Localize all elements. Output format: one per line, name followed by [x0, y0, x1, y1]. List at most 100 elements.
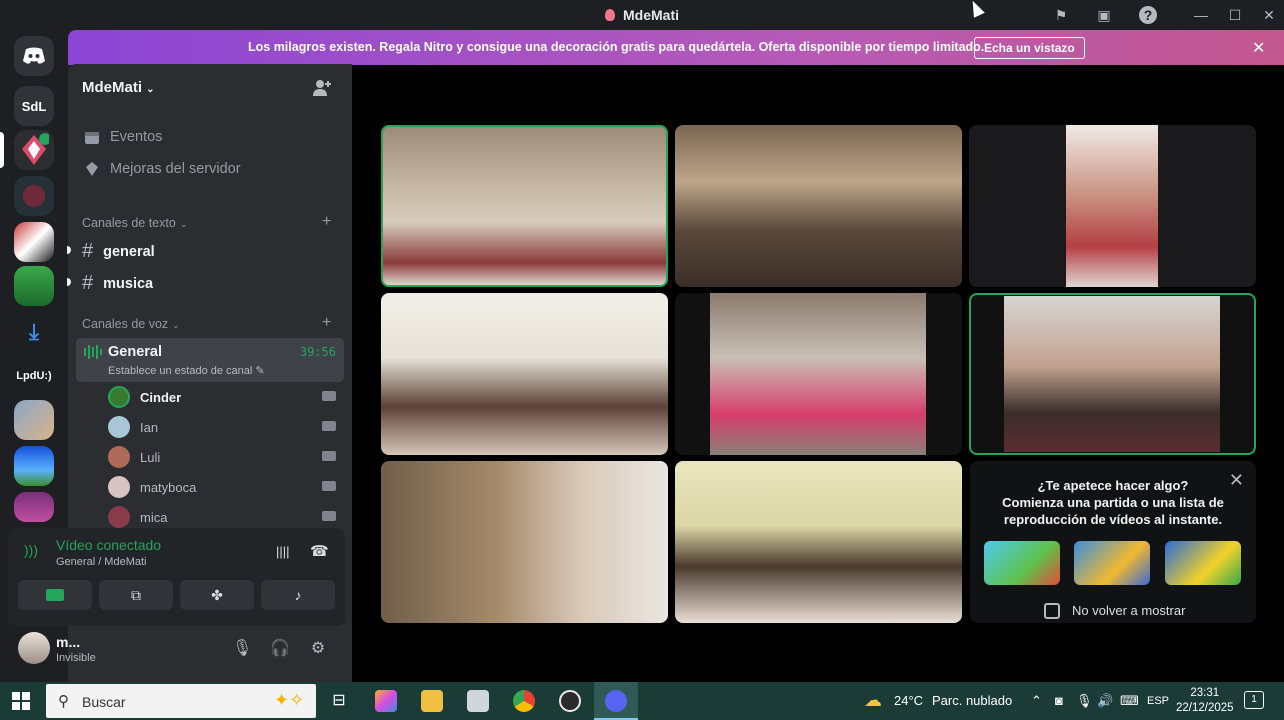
nitro-promo-banner: Los milagros existen. Regala Nitro y con…: [68, 30, 1284, 65]
task-view-icon[interactable]: ⊟: [328, 690, 350, 712]
voice-connection-panel: ))) Vídeo conectado General / MdeMati ||…: [8, 528, 345, 626]
video-feed: [710, 293, 926, 455]
video-tile[interactable]: [381, 461, 668, 623]
camera-icon: [322, 421, 336, 431]
avatar: [108, 416, 130, 438]
video-tile[interactable]: [969, 293, 1256, 455]
voice-channel-general[interactable]: General Establece un estado de canal ✎ 3…: [76, 338, 344, 382]
video-tile[interactable]: [381, 293, 668, 455]
server-avatar-4[interactable]: [14, 266, 54, 306]
video-feed: [1066, 125, 1158, 287]
microphone-tray-icon[interactable]: 🎙: [1076, 693, 1093, 709]
close-window-button[interactable]: ✕: [1259, 6, 1279, 24]
activity-game-tile[interactable]: [1165, 541, 1241, 585]
video-tile[interactable]: [675, 461, 962, 623]
activity-game-tile[interactable]: [1074, 541, 1150, 585]
voice-user[interactable]: Cinder: [108, 386, 336, 408]
calendar-icon: [84, 129, 100, 145]
video-tile[interactable]: [675, 125, 962, 287]
video-tile[interactable]: [969, 125, 1256, 287]
discord-taskbar-icon[interactable]: [605, 690, 627, 712]
server-lpdu[interactable]: LpdU:): [14, 356, 54, 396]
copilot-icon[interactable]: [375, 690, 397, 712]
voice-channels-section[interactable]: Canales de voz ⌄: [82, 317, 180, 331]
add-voice-channel-icon[interactable]: +: [322, 314, 331, 332]
boost-icon: [84, 161, 100, 177]
camera-icon: [322, 511, 336, 521]
activities-icon: ✤: [211, 586, 223, 603]
server-boosts-link[interactable]: Mejoras del servidor: [84, 161, 241, 177]
language-indicator[interactable]: ESP: [1147, 695, 1169, 707]
voice-user[interactable]: Luli: [108, 446, 336, 468]
voice-user[interactable]: Ian: [108, 416, 336, 438]
chevron-down-icon: ⌄: [146, 84, 155, 95]
activity-game-tile[interactable]: [984, 541, 1060, 585]
server-crest-icon: [23, 185, 45, 207]
windows-start-icon[interactable]: [12, 692, 30, 710]
server-sdl[interactable]: SdL: [14, 86, 54, 126]
noise-suppression-icon[interactable]: ||||: [276, 544, 290, 559]
video-tile[interactable]: [675, 293, 962, 455]
taskbar-search-input[interactable]: ⚲ Buscar ✦✧: [46, 684, 316, 718]
soundboard-button[interactable]: ♪: [261, 580, 335, 610]
download-icon[interactable]: ⤓: [14, 312, 54, 352]
taskbar-clock[interactable]: 23:31 22/12/2025: [1176, 686, 1234, 716]
channel-status-input[interactable]: Establece un estado de canal ✎: [108, 364, 265, 377]
avatar: [108, 386, 130, 408]
flag-icon[interactable]: ⚑: [1052, 6, 1070, 24]
voice-user[interactable]: mica: [108, 506, 336, 528]
obs-icon[interactable]: [559, 690, 581, 712]
connection-location[interactable]: General / MdeMati: [56, 556, 146, 568]
notifications-icon[interactable]: 1: [1244, 691, 1264, 709]
maximize-button[interactable]: ☐: [1225, 6, 1245, 24]
video-tile[interactable]: [381, 125, 668, 287]
camera-toggle-button[interactable]: [18, 580, 92, 610]
text-channels-section[interactable]: Canales de texto ⌄: [82, 216, 187, 230]
server-avatar-5[interactable]: [14, 400, 54, 440]
avatar: [108, 446, 130, 468]
avatar[interactable]: [18, 632, 50, 664]
dont-show-again-checkbox[interactable]: [1044, 603, 1060, 619]
disconnect-icon[interactable]: ☎: [310, 542, 329, 560]
minimize-button[interactable]: —: [1191, 6, 1211, 24]
server-avatar-6[interactable]: [14, 446, 54, 486]
server-avatar-2[interactable]: [14, 176, 54, 216]
weather-temp[interactable]: 24°C: [894, 693, 923, 708]
help-icon[interactable]: ?: [1139, 6, 1157, 24]
banner-cta-button[interactable]: Echa un vistazo: [974, 37, 1085, 59]
headphones-icon[interactable]: 🎧: [270, 638, 290, 658]
screen-share-icon: ⧉: [131, 586, 141, 603]
signal-icon: ))): [24, 542, 38, 558]
server-name-header[interactable]: MdeMati ⌄: [82, 79, 155, 96]
channel-general[interactable]: # general: [82, 240, 155, 263]
screen-share-button[interactable]: ⧉: [99, 580, 173, 610]
notepad-icon[interactable]: [467, 690, 489, 712]
connection-status[interactable]: Vídeo conectado: [56, 537, 161, 553]
channel-musica[interactable]: # musica: [82, 272, 153, 295]
voice-user[interactable]: matyboca: [108, 476, 336, 498]
camera-tray-icon[interactable]: ◙: [1055, 693, 1063, 708]
server-mdemati[interactable]: [14, 130, 54, 170]
banner-close-icon[interactable]: ✕: [1252, 38, 1265, 58]
events-link[interactable]: Eventos: [84, 129, 162, 145]
settings-gear-icon[interactable]: ⚙: [308, 638, 328, 658]
network-icon[interactable]: ⌨: [1120, 693, 1139, 709]
chevron-down-icon: ⌄: [172, 320, 180, 330]
server-avatar-7[interactable]: [14, 492, 54, 522]
microphone-icon[interactable]: 🎙: [232, 638, 252, 658]
banner-text: Los milagros existen. Regala Nitro y con…: [248, 40, 985, 54]
discord-home-icon[interactable]: [14, 36, 54, 76]
add-text-channel-icon[interactable]: +: [322, 213, 331, 231]
window-title: MdeMati: [0, 7, 1284, 23]
volume-icon[interactable]: 🔊: [1097, 693, 1113, 709]
server-avatar-3[interactable]: [14, 222, 54, 262]
chevron-up-icon[interactable]: ⌃: [1031, 693, 1042, 709]
invite-people-icon[interactable]: [312, 78, 332, 98]
activities-button[interactable]: ✤: [180, 580, 254, 610]
file-explorer-icon[interactable]: [421, 690, 443, 712]
chrome-icon[interactable]: [513, 690, 535, 712]
weather-desc[interactable]: Parc. nublado: [932, 693, 1012, 708]
camera-icon: [322, 391, 336, 401]
sparkle-icon: ✦✧: [274, 690, 305, 710]
inbox-icon[interactable]: ▣: [1095, 6, 1113, 24]
